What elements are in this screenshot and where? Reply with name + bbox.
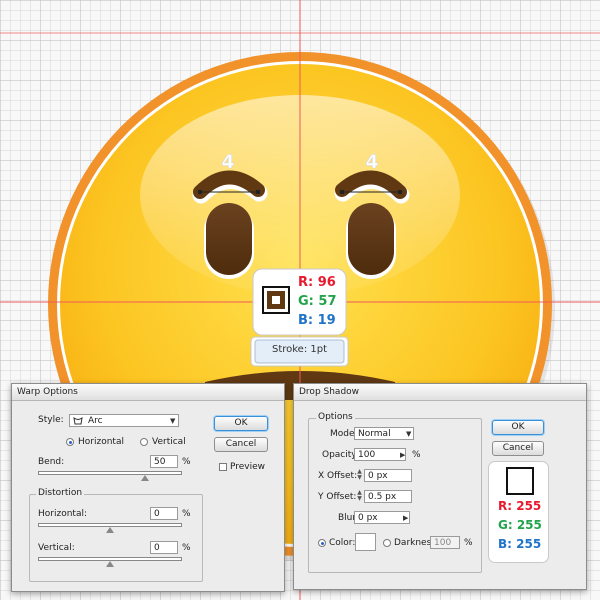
percent-sign: %: [182, 457, 191, 467]
color-label: Color:: [329, 538, 356, 548]
preview-blue-value: B: 255: [498, 537, 542, 551]
shadow-color-swatch[interactable]: [355, 533, 376, 551]
preview-red-value: R: 255: [498, 499, 542, 513]
distortion-vertical-value: 0: [154, 543, 160, 553]
bend-slider[interactable]: [38, 471, 182, 475]
chevron-down-icon: ▼: [406, 430, 412, 438]
preview-checkbox[interactable]: [219, 463, 227, 471]
percent-sign: %: [182, 543, 191, 553]
measurement-label: 4: [365, 151, 378, 173]
cancel-button[interactable]: Cancel: [492, 441, 544, 456]
x-offset-stepper-icon[interactable]: ▲ ▼: [356, 469, 363, 482]
anchor-point[interactable]: [256, 190, 260, 194]
options-label: Options: [316, 412, 355, 422]
color-radio[interactable]: [318, 539, 326, 547]
y-offset-input[interactable]: 0.5 px: [364, 490, 412, 503]
vertical-radio[interactable]: [140, 438, 148, 446]
preview-label: Preview: [230, 462, 266, 472]
horizontal-radio[interactable]: [66, 438, 74, 446]
opacity-input[interactable]: 100: [354, 448, 406, 461]
distortion-horizontal-thumb[interactable]: [106, 527, 114, 533]
drop-shadow-dialog: Drop Shadow Options Mode: Normal ▼ Opaci…: [293, 383, 587, 590]
green-value: G: 57: [298, 294, 337, 309]
percent-sign: %: [182, 509, 191, 519]
style-label: Style:: [38, 415, 64, 425]
style-value: Arc: [88, 416, 103, 426]
x-offset-label: X Offset:: [318, 471, 358, 481]
bend-value: 50: [154, 457, 166, 467]
y-offset-value: 0.5 px: [368, 492, 397, 502]
chevron-right-icon[interactable]: ▶: [403, 514, 408, 522]
percent-sign: %: [412, 450, 421, 460]
dialog-title: Warp Options: [12, 384, 284, 401]
anchor-point[interactable]: [340, 190, 344, 194]
vertical-label: Vertical: [152, 437, 186, 447]
bend-label: Bend:: [38, 457, 65, 467]
distortion-horizontal-input[interactable]: 0: [150, 507, 178, 520]
anchor-point[interactable]: [198, 190, 202, 194]
dialog-title: Drop Shadow: [294, 384, 586, 401]
distortion-horizontal-label: Horizontal:: [38, 509, 87, 519]
distortion-label: Distortion: [36, 488, 85, 498]
blue-value: B: 19: [298, 313, 336, 328]
anchor-point[interactable]: [398, 190, 402, 194]
right-eye: [348, 203, 394, 275]
x-offset-input[interactable]: 0 px: [364, 469, 412, 482]
warp-options-dialog: Warp Options Style: Arc ▼ Horizontal Ver…: [11, 383, 285, 592]
blur-value: 0 px: [358, 513, 378, 523]
chevron-right-icon[interactable]: ▶: [400, 451, 405, 459]
darkness-radio[interactable]: [383, 539, 391, 547]
arc-style-icon: [73, 417, 83, 425]
distortion-vertical-thumb[interactable]: [106, 561, 114, 567]
opacity-value: 100: [358, 450, 376, 460]
left-eye: [206, 203, 252, 275]
stroke-swatch-inner: [272, 296, 280, 304]
darkness-input: 100: [430, 536, 460, 549]
distortion-vertical-input[interactable]: 0: [150, 541, 178, 554]
red-value: R: 96: [298, 275, 336, 290]
x-offset-value: 0 px: [368, 471, 388, 481]
stroke-label: Stroke: 1pt: [271, 344, 328, 355]
blur-input[interactable]: 0 px: [354, 511, 410, 524]
cancel-button[interactable]: Cancel: [214, 437, 268, 452]
mode-value: Normal: [358, 429, 391, 439]
darkness-value: 100: [434, 538, 452, 548]
ok-button[interactable]: OK: [492, 420, 544, 435]
horizontal-label: Horizontal: [78, 437, 124, 447]
distortion-vertical-label: Vertical:: [38, 543, 75, 553]
y-offset-label: Y Offset:: [318, 492, 357, 502]
mode-dropdown[interactable]: Normal: [354, 427, 414, 440]
y-offset-stepper-icon[interactable]: ▲ ▼: [356, 490, 363, 503]
measurement-label: 4: [221, 151, 234, 173]
percent-sign: %: [464, 538, 473, 548]
distortion-horizontal-value: 0: [154, 509, 160, 519]
color-preview-swatch: [506, 467, 534, 495]
preview-green-value: G: 255: [498, 518, 542, 532]
chevron-down-icon: ▼: [170, 417, 176, 425]
ok-button[interactable]: OK: [214, 416, 268, 431]
bend-slider-thumb[interactable]: [141, 475, 149, 481]
style-dropdown[interactable]: Arc: [69, 414, 179, 427]
bend-input[interactable]: 50: [150, 455, 178, 468]
